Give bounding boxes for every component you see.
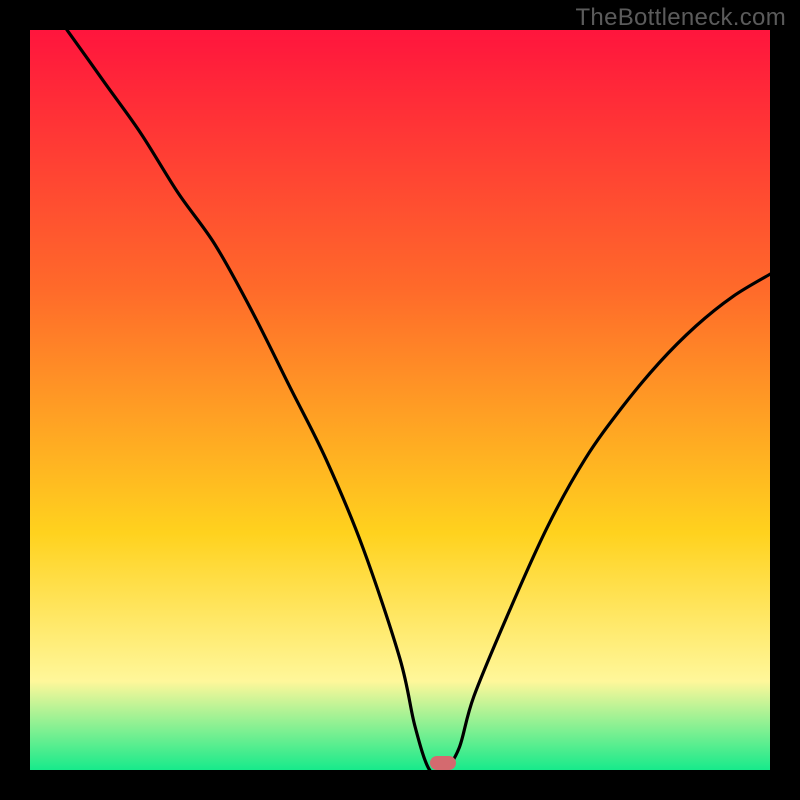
chart-frame: TheBottleneck.com bbox=[0, 0, 800, 800]
bottleneck-chart bbox=[30, 30, 770, 770]
minimum-marker-icon bbox=[430, 756, 456, 770]
plot-area bbox=[30, 30, 770, 770]
watermark-text: TheBottleneck.com bbox=[575, 4, 786, 32]
